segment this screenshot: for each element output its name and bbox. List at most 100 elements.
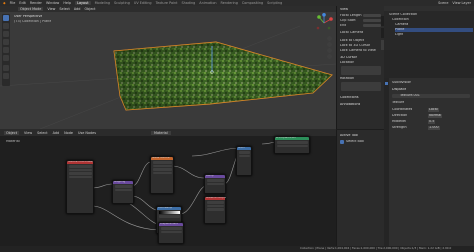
node-math[interactable]: Math <box>236 146 252 176</box>
annotations-panel-header[interactable]: Annotations <box>340 103 360 107</box>
clip-start-field[interactable] <box>363 19 381 22</box>
transform-tool-icon[interactable] <box>3 55 9 61</box>
lock-3d-cursor-checkbox[interactable]: Lock to 3D Cursor <box>340 44 370 48</box>
status-stats: Collection | Plane | Verts:1,004,004 | F… <box>300 247 452 250</box>
node-editor-header: Object View Select Add Node Use Nodes Ma… <box>0 129 336 136</box>
menu-render[interactable]: Render <box>30 1 42 5</box>
viewport-menu-add[interactable]: Add <box>74 7 81 11</box>
pan-icon[interactable] <box>327 42 332 47</box>
properties-editor: Subdivision Displace Texture.001 Texture… <box>384 78 474 246</box>
node-texture-coordinate[interactable]: Texture Coordinate <box>66 160 94 214</box>
viewport-nav-buttons <box>327 36 333 60</box>
node-editor-menu-node[interactable]: Node <box>64 131 73 135</box>
cursor-panel-header[interactable]: 3D Cursor <box>340 56 357 60</box>
viewport-scene <box>0 25 336 129</box>
node-canvas[interactable]: Texture Coordinate Mapping Noise Texture… <box>0 136 336 246</box>
viewport-menu-object[interactable]: Object <box>84 7 95 11</box>
menu-file[interactable]: File <box>10 1 16 5</box>
select-box-icon <box>340 140 344 144</box>
select-box-tool-icon[interactable] <box>3 15 9 21</box>
viewport-sidebar: View Focal Length Clip Start End Local C… <box>336 6 385 129</box>
outliner-row-light[interactable]: Light <box>395 33 403 37</box>
workspace-tab-modeling[interactable]: Modeling <box>95 1 110 5</box>
lock-to-object-label: Lock to Object <box>340 39 365 42</box>
scene-selector[interactable]: Scene <box>438 1 448 5</box>
outliner-header <box>384 6 474 11</box>
viewport-collection-label: (73) Collection | Plane <box>14 20 52 23</box>
modifier-name[interactable]: Subdivision <box>392 81 411 85</box>
tool-shelf <box>2 14 10 86</box>
viewport-perspective-label: User Perspective <box>14 15 43 18</box>
strength-label: Strength <box>392 126 407 129</box>
workspace-tab-animation[interactable]: Animation <box>199 1 216 5</box>
workspace-tab-compositing[interactable]: Compositing <box>242 1 263 5</box>
clip-end-label: End <box>340 24 347 27</box>
coordinates-field[interactable]: Local <box>428 108 439 112</box>
midlevel-field[interactable]: 0.5 <box>428 120 436 124</box>
view-layer-selector[interactable]: View Layer <box>452 1 474 5</box>
navigation-gizmo[interactable] <box>314 13 334 33</box>
3d-viewport[interactable] <box>0 6 336 129</box>
outliner[interactable]: Scene Collection Collection Camera Plane… <box>384 6 474 50</box>
workspace-tab-texture-paint[interactable]: Texture Paint <box>156 1 178 5</box>
active-tool-name[interactable]: Select Box <box>346 140 364 144</box>
collections-panel-header[interactable]: Collections <box>340 96 359 100</box>
outliner-row-scene-collection[interactable]: Scene Collection <box>389 13 417 17</box>
material-selector[interactable]: Material <box>151 130 171 135</box>
workspace-tab-layout[interactable]: Layout <box>75 1 91 5</box>
blender-logo-icon[interactable]: ◆ <box>3 1 6 5</box>
viewport-menu-select[interactable]: Select <box>59 7 69 11</box>
menu-help[interactable]: Help <box>63 1 71 5</box>
modifier-tab-icon[interactable] <box>385 82 388 85</box>
outliner-row-collection[interactable]: Collection <box>392 18 409 22</box>
node-editor-menu-view[interactable]: View <box>24 131 32 135</box>
zoom-icon[interactable] <box>327 36 332 41</box>
workspace-tab-scripting[interactable]: Scripting <box>267 1 282 5</box>
outliner-row-plane[interactable]: Plane <box>395 28 473 32</box>
menu-window[interactable]: Window <box>46 1 59 5</box>
menu-edit[interactable]: Edit <box>19 1 26 5</box>
node-mapping[interactable]: Mapping <box>112 180 134 204</box>
node-bump[interactable]: Bump <box>204 174 226 194</box>
measure-tool-icon[interactable] <box>3 73 9 79</box>
scale-tool-icon[interactable] <box>3 47 9 53</box>
viewport-menu-view[interactable]: View <box>47 7 55 11</box>
clip-end-field[interactable] <box>363 24 381 27</box>
node-editor-sidebar: Active Tool Select Box <box>336 130 384 246</box>
outliner-empty-area <box>384 50 474 78</box>
workspace-tab-rendering[interactable]: Rendering <box>221 1 238 5</box>
node-editor-menu-select[interactable]: Select <box>37 131 47 135</box>
annotate-tool-icon[interactable] <box>3 65 9 71</box>
color-ramp-gradient[interactable] <box>158 211 180 214</box>
lock-camera-checkbox[interactable]: Lock Camera to View <box>340 49 376 53</box>
workspace-tab-shading[interactable]: Shading <box>181 1 195 5</box>
cursor-rotation-fields[interactable] <box>341 82 381 91</box>
coordinates-label: Coordinates <box>392 108 413 111</box>
workspace-tab-uv-editing[interactable]: UV Editing <box>134 1 152 5</box>
strength-field[interactable]: 1.000 <box>428 126 440 130</box>
texture-name: Texture.001 <box>400 94 420 97</box>
use-nodes-checkbox[interactable]: Use Nodes <box>78 131 96 135</box>
workspace-tab-sculpting[interactable]: Sculpting <box>114 1 130 5</box>
active-tool-header[interactable]: Active Tool <box>340 134 358 138</box>
view-panel-header[interactable]: View <box>340 8 348 12</box>
camera-view-icon[interactable] <box>327 48 332 53</box>
rotate-tool-icon[interactable] <box>3 39 9 45</box>
displace-modifier-label: Displace <box>392 88 407 91</box>
texture-label: Texture <box>392 101 405 104</box>
node-editor-menu-add[interactable]: Add <box>53 131 60 135</box>
move-tool-icon[interactable] <box>3 31 9 37</box>
mode-selector[interactable]: Object Mode <box>18 7 44 11</box>
focal-length-field[interactable] <box>363 14 381 17</box>
grid-view-icon[interactable] <box>327 54 332 59</box>
node-displacement[interactable]: Displacement <box>158 222 184 244</box>
node-material-output[interactable]: Material Output <box>204 196 226 224</box>
node-noise-texture[interactable]: Noise Texture <box>150 156 174 194</box>
node-editor-menu-object[interactable]: Object <box>4 130 20 135</box>
direction-field[interactable]: Normal <box>428 114 443 118</box>
outliner-row-camera[interactable]: Camera <box>395 23 408 27</box>
properties-tab-strip <box>384 78 389 246</box>
cursor-location-fields[interactable] <box>341 66 381 75</box>
node-principled-bsdf[interactable]: Principled BSDF <box>274 136 310 154</box>
cursor-tool-icon[interactable] <box>3 23 9 29</box>
